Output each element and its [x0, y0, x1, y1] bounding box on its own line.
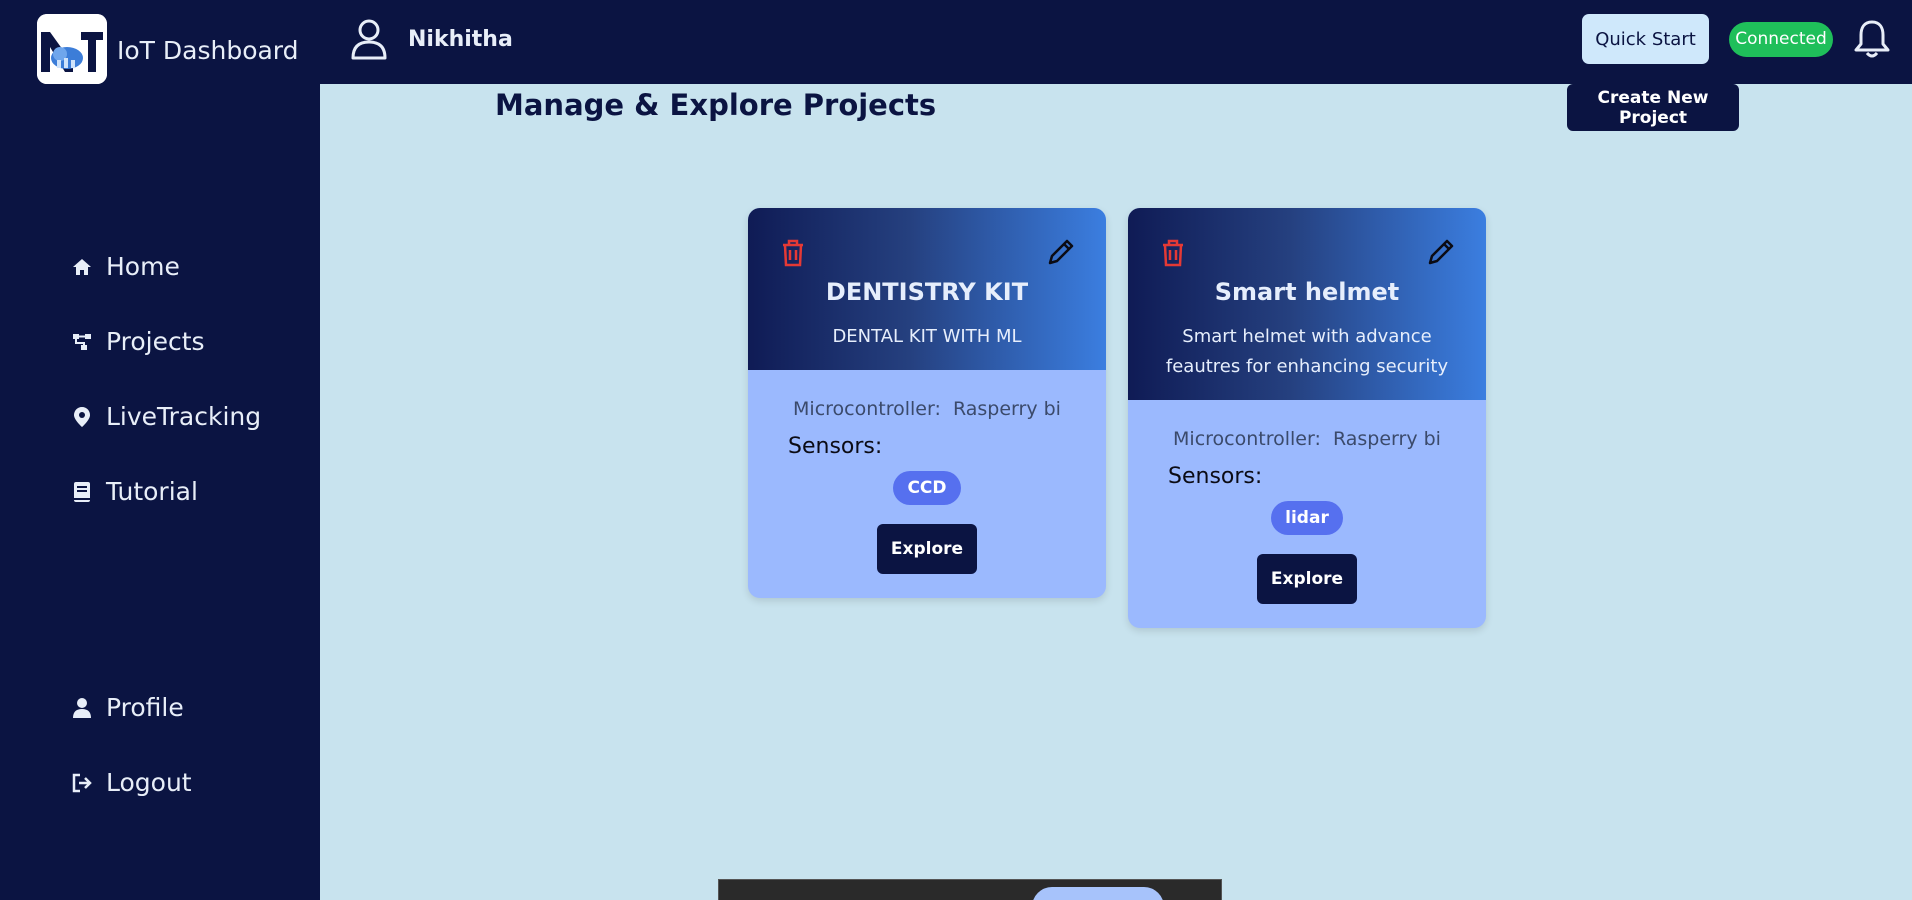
sensor-chip: lidar: [1271, 501, 1343, 535]
project-description: Smart helmet with advance feautres for e…: [1165, 326, 1449, 377]
project-title: Smart helmet: [1214, 278, 1400, 306]
project-description: DENTAL KIT WITH ML: [832, 326, 1022, 347]
project-title: DENTISTRY KIT: [825, 278, 1029, 306]
sidebar-item-label: Tutorial: [106, 477, 198, 506]
sidebar-item-label: Logout: [106, 768, 192, 797]
card-header: Smart helmet Smart helmet with advance f…: [1128, 208, 1486, 400]
pencil-icon[interactable]: [1426, 237, 1456, 267]
card-header: DENTISTRY KIT DENTAL KIT WITH ML: [748, 208, 1106, 370]
sensors-label: Sensors:: [788, 434, 883, 459]
sidebar-item-profile[interactable]: Profile: [72, 693, 184, 722]
location-pin-icon: [74, 406, 90, 427]
microcontroller-row: Microcontroller: Rasperry bi: [1150, 428, 1464, 450]
book-icon: [74, 481, 90, 502]
page-title: Manage & Explore Projects: [495, 88, 937, 122]
microcontroller-label: Microcontroller:: [793, 398, 941, 420]
microcontroller-label: Microcontroller:: [1173, 428, 1321, 450]
sidebar-item-label: Home: [106, 252, 180, 281]
card-body: Microcontroller: Rasperry bi Sensors: li…: [1128, 400, 1486, 628]
user-icon[interactable]: [350, 18, 388, 60]
sidebar-item-home[interactable]: Home: [72, 252, 180, 281]
project-card: Smart helmet Smart helmet with advance f…: [1128, 208, 1486, 628]
sensors-label: Sensors:: [1168, 464, 1263, 489]
trash-icon[interactable]: [1160, 238, 1186, 268]
card-body: Microcontroller: Rasperry bi Sensors: CC…: [748, 370, 1106, 598]
sidebar-item-livetracking[interactable]: LiveTracking: [72, 402, 261, 431]
trash-icon[interactable]: [780, 238, 806, 268]
sidebar-item-logout[interactable]: Logout: [72, 768, 192, 797]
quick-start-button[interactable]: Quick Start: [1582, 14, 1709, 64]
sidebar: Home Projects LiveTracking Tutorial Prof…: [0, 84, 320, 900]
logo-icon[interactable]: [37, 14, 107, 84]
top-bar: IoT Dashboard Nikhitha Quick Start Conne…: [0, 0, 1912, 84]
app-title: IoT Dashboard: [117, 36, 299, 65]
sidebar-item-label: LiveTracking: [106, 402, 262, 431]
projects-icon: [73, 333, 91, 350]
sidebar-item-tutorial[interactable]: Tutorial: [72, 477, 198, 506]
project-card: DENTISTRY KIT DENTAL KIT WITH ML Microco…: [748, 208, 1106, 598]
pencil-icon[interactable]: [1046, 237, 1076, 267]
microcontroller-value: Rasperry bi: [952, 398, 1061, 420]
home-icon: [73, 258, 91, 275]
sidebar-item-projects[interactable]: Projects: [72, 327, 205, 356]
microcontroller-row: Microcontroller: Rasperry bi: [770, 398, 1084, 420]
sensor-chip: CCD: [893, 471, 961, 505]
bottom-pill-button[interactable]: [1032, 887, 1164, 900]
bell-icon[interactable]: [1853, 18, 1891, 60]
connection-status-badge: Connected: [1729, 22, 1833, 57]
logout-icon: [72, 773, 92, 792]
person-icon: [73, 697, 91, 718]
sidebar-item-label: Profile: [106, 693, 184, 722]
microcontroller-value: Rasperry bi: [1332, 428, 1441, 450]
explore-button[interactable]: Explore: [1257, 554, 1357, 604]
user-name: Nikhitha: [408, 27, 513, 52]
explore-button[interactable]: Explore: [877, 524, 977, 574]
create-project-button[interactable]: Create New Project: [1567, 84, 1739, 131]
sidebar-item-label: Projects: [106, 327, 205, 356]
